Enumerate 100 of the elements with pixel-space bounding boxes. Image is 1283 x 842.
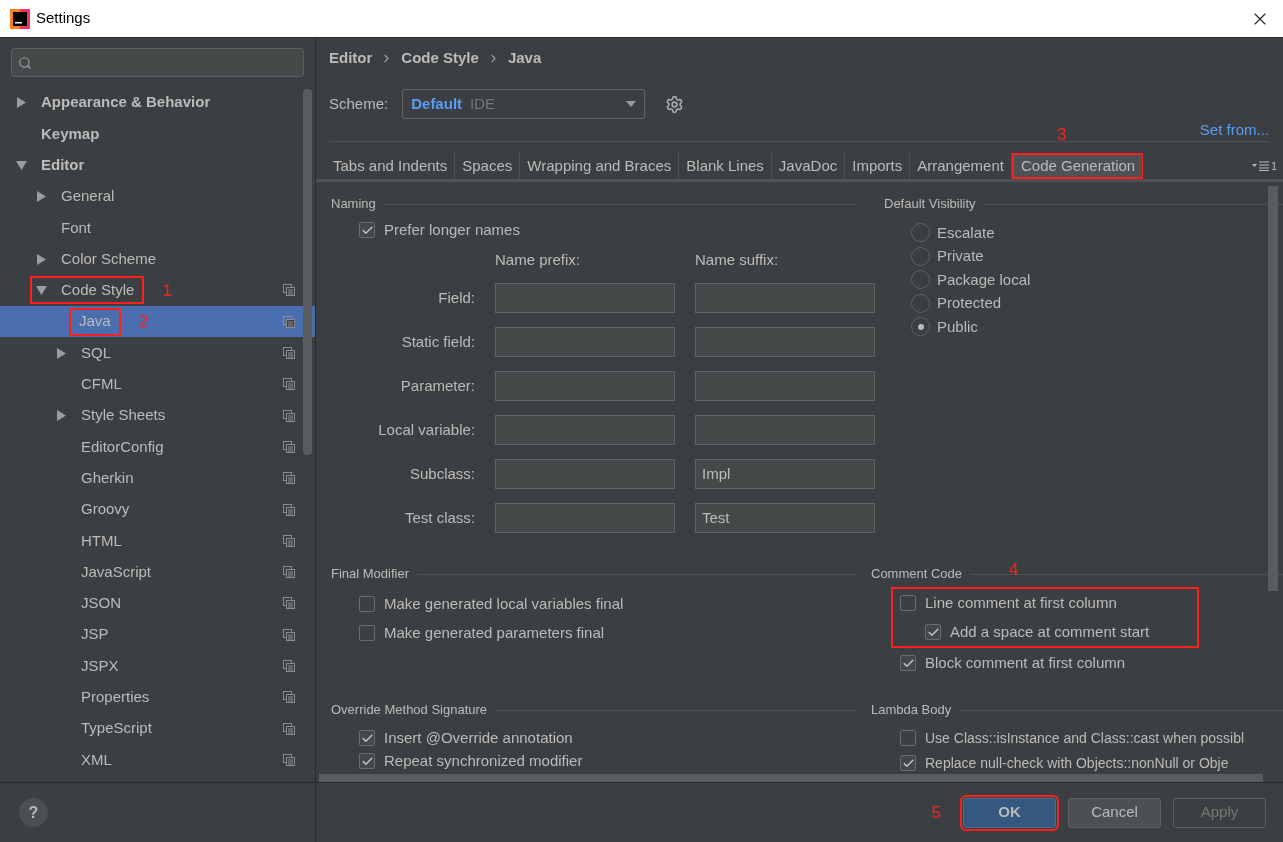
tab[interactable]: Code Generation [1011, 153, 1144, 179]
app-logo-icon [10, 8, 30, 29]
radio-label: Public [937, 316, 978, 337]
checkbox[interactable] [359, 625, 375, 641]
checkbox[interactable] [359, 222, 375, 238]
expanded-arrow-icon[interactable] [16, 159, 27, 171]
tree-item[interactable]: General [0, 180, 315, 213]
annotation-number: 4 [1009, 561, 1019, 578]
tree-item[interactable]: SQL [0, 337, 315, 369]
tree-item[interactable]: XML [0, 744, 315, 776]
tab[interactable]: Blank Lines [679, 153, 772, 179]
tree-item[interactable]: JSP [0, 619, 315, 651]
suffix-field[interactable] [695, 415, 875, 445]
copy-icon [283, 378, 295, 391]
prefix-field[interactable] [495, 327, 675, 357]
suffix-field[interactable] [695, 283, 875, 313]
tree-label: Code Style [61, 280, 135, 301]
tab[interactable]: Wrapping and Braces [520, 153, 680, 179]
radio-button[interactable] [911, 223, 930, 243]
dialog-button[interactable]: OK [963, 797, 1056, 828]
tab[interactable]: Arrangement [910, 153, 1012, 179]
suffix-field[interactable]: Impl [695, 459, 875, 489]
tree-item[interactable]: Keymap [0, 118, 315, 150]
scheme-label: Scheme: [329, 93, 389, 114]
tree-item[interactable]: Gherkin [0, 462, 315, 494]
collapsed-arrow-icon[interactable] [16, 97, 27, 109]
field-label: Parameter: [399, 375, 475, 396]
scrollbar[interactable] [303, 89, 312, 455]
tree-item[interactable]: TypeScript [0, 712, 315, 745]
annotation-number: 3 [1056, 126, 1067, 143]
radio-button[interactable] [911, 317, 930, 337]
checkbox-label: Repeat synchronized modifier [384, 750, 583, 771]
radio-button[interactable] [911, 293, 930, 313]
tree-item[interactable]: Color Scheme [0, 243, 315, 275]
search-field[interactable] [11, 48, 304, 77]
tab[interactable]: Tabs and Indents [326, 153, 456, 179]
help-button[interactable]: ? [19, 798, 48, 827]
tree-item[interactable]: Code Style 1 [0, 274, 315, 307]
tree-item[interactable]: HTML [0, 525, 315, 557]
tree-item[interactable]: CFML [0, 368, 315, 400]
prefix-field[interactable] [495, 371, 675, 401]
checkbox[interactable] [359, 730, 375, 746]
tab[interactable]: Spaces [455, 153, 521, 179]
breadcrumb-item[interactable]: Java [507, 46, 542, 70]
prefix-field[interactable] [495, 503, 675, 533]
checkbox[interactable] [359, 596, 375, 612]
checkbox[interactable] [900, 655, 916, 671]
collapsed-arrow-icon[interactable] [56, 347, 67, 359]
scrollbar[interactable] [1268, 186, 1278, 591]
field-label: Static field: [400, 331, 475, 352]
tree-item[interactable]: Font [0, 212, 315, 244]
tree-label: JSPX [81, 655, 119, 676]
suffix-field[interactable]: Test [695, 503, 875, 533]
radio-label: Private [937, 246, 984, 266]
tree-item[interactable]: JavaScript [0, 556, 315, 588]
tree-item[interactable]: Groovy [0, 493, 315, 526]
prefix-field[interactable] [495, 415, 675, 445]
section-title: Naming [331, 195, 376, 214]
tab[interactable]: JavaDoc [771, 153, 846, 179]
scheme-dropdown[interactable]: Default IDE [402, 89, 646, 119]
copy-icon [283, 566, 295, 579]
collapsed-arrow-icon[interactable] [36, 191, 47, 203]
tree-item[interactable]: JSPX [0, 650, 315, 682]
tree-item[interactable]: EditorConfig [0, 431, 315, 463]
checkbox[interactable] [925, 624, 941, 640]
tree-item[interactable]: JSON [0, 587, 315, 620]
dialog-button[interactable]: Cancel [1068, 797, 1161, 828]
checkbox-label: Line comment at first column [925, 592, 1117, 613]
tab-list-icon[interactable] [1251, 161, 1269, 171]
tree-label: Style Sheets [81, 405, 166, 426]
settings-icon[interactable] [665, 94, 685, 114]
tree-label: General [61, 186, 115, 207]
suffix-field[interactable] [695, 327, 875, 357]
breadcrumb-item[interactable]: Editor [329, 46, 373, 70]
tree-label: Color Scheme [61, 248, 157, 269]
copy-icon [283, 660, 295, 672]
tree-item[interactable]: Properties [0, 681, 315, 713]
collapsed-arrow-icon[interactable] [36, 253, 47, 265]
tree-item[interactable]: Style Sheets [0, 399, 315, 432]
checkbox[interactable] [359, 753, 375, 769]
expanded-arrow-icon[interactable] [36, 284, 47, 296]
scrollbar[interactable] [319, 774, 1263, 782]
prefix-field[interactable] [495, 459, 675, 489]
radio-button[interactable] [911, 270, 930, 290]
section-title: Default Visibility [884, 195, 976, 214]
radio-button[interactable] [911, 246, 930, 266]
tree-item[interactable]: Appearance & Behavior [0, 87, 315, 119]
copy-icon [283, 628, 295, 641]
breadcrumb-item[interactable]: Code Style [401, 46, 479, 70]
set-from-link[interactable]: Set from... [1199, 119, 1269, 139]
prefix-field[interactable] [495, 283, 675, 313]
tree-label: XML [81, 749, 112, 770]
tree-item[interactable]: Editor [0, 149, 315, 181]
tab[interactable]: Imports [845, 153, 911, 179]
copy-icon [283, 597, 295, 610]
checkbox[interactable] [900, 755, 916, 771]
suffix-field[interactable] [695, 371, 875, 401]
checkbox[interactable] [900, 595, 916, 611]
checkbox[interactable] [900, 730, 916, 746]
collapsed-arrow-icon[interactable] [56, 410, 67, 422]
